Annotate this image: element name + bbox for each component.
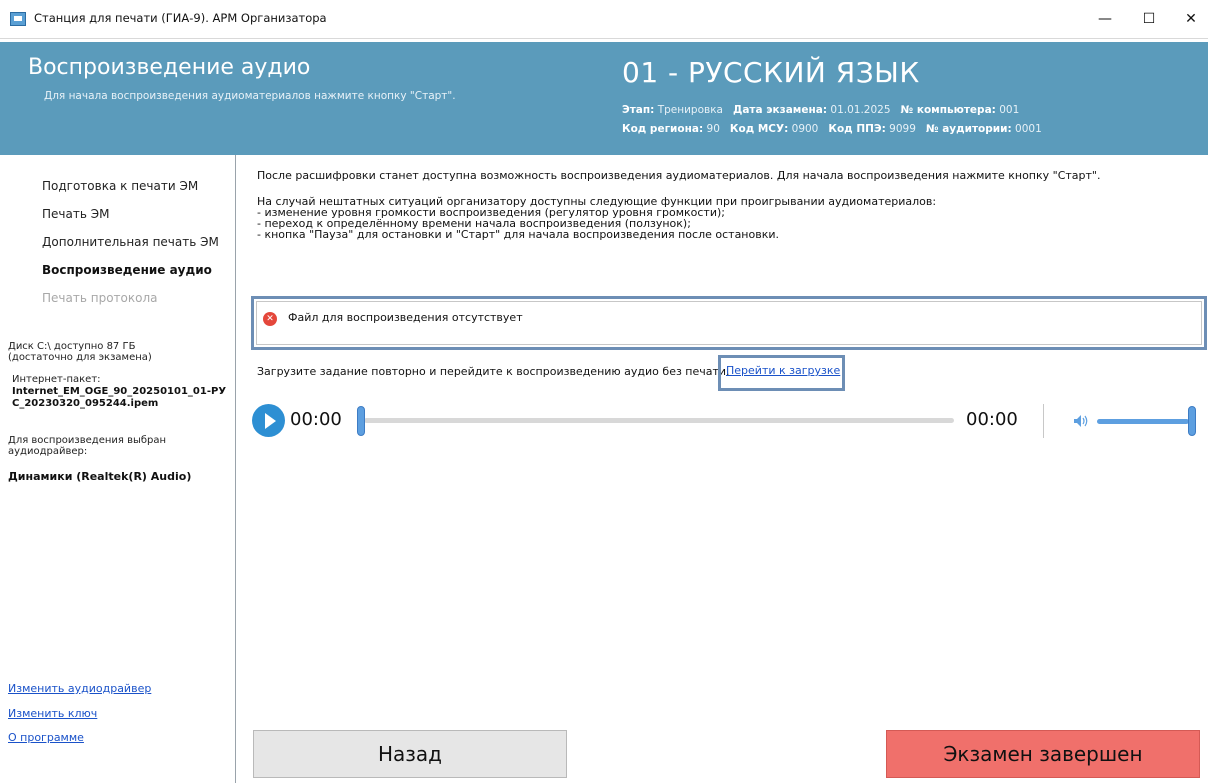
region-value: 90 — [706, 123, 720, 135]
sidebar-item-print-prep[interactable]: Подготовка к печати ЭМ — [42, 179, 198, 193]
room-label: № аудитории: — [925, 123, 1012, 135]
disk-info-line-2: (достаточно для экзамена) — [8, 352, 152, 363]
region-label: Код региона: — [622, 123, 704, 135]
about-link[interactable]: О программе — [8, 731, 84, 744]
back-button[interactable]: Назад — [253, 730, 567, 778]
title-bar: Станция для печати (ГИА-9). АРМ Организа… — [0, 0, 1208, 39]
package-name: Internet_EM_OGE_90_20250101_01-РУС_20230… — [12, 386, 227, 409]
player-divider — [1043, 404, 1044, 438]
total-time: 00:00 — [966, 409, 1018, 430]
msu-value: 0900 — [791, 123, 819, 135]
close-button[interactable]: ✕ — [1180, 8, 1202, 30]
emergency-item: - кнопка "Пауза" для остановки и "Старт"… — [257, 228, 780, 241]
stage-label: Этап: — [622, 104, 655, 116]
page-subtitle: Для начала воспроизведения аудиоматериал… — [44, 90, 456, 102]
ppe-label: Код ППЭ: — [828, 123, 886, 135]
sidebar-item-audio[interactable]: Воспроизведение аудио — [42, 263, 212, 277]
page-title: Воспроизведение аудио — [28, 55, 311, 80]
volume-slider-handle[interactable] — [1188, 406, 1196, 436]
ppe-value: 9099 — [889, 123, 916, 135]
msu-label: Код МСУ: — [729, 123, 789, 135]
exam-date-value: 01.01.2025 — [830, 104, 891, 116]
sidebar-item-extra-print[interactable]: Дополнительная печать ЭМ — [42, 235, 219, 249]
exam-date-label: Дата экзамена: — [733, 104, 828, 116]
exam-info-row-1: Этап: Тренировка Дата экзамена: 01.01.20… — [622, 104, 1019, 116]
intro-text: После расшифровки станет доступна возмож… — [257, 169, 1101, 182]
goto-download-link[interactable]: Перейти к загрузке — [726, 364, 840, 377]
package-label: Интернет-пакет: — [12, 374, 101, 385]
play-icon — [265, 413, 276, 429]
finish-exam-button[interactable]: Экзамен завершен — [886, 730, 1200, 778]
app-icon — [10, 12, 26, 26]
room-value: 0001 — [1015, 123, 1042, 135]
error-message-box: ✕ Файл для воспроизведения отсутствует — [251, 296, 1207, 350]
computer-label: № компьютера: — [900, 104, 996, 116]
minimize-button[interactable]: — — [1094, 8, 1116, 30]
progress-track[interactable] — [364, 418, 954, 423]
maximize-button[interactable]: ☐ — [1138, 8, 1160, 30]
computer-value: 001 — [999, 104, 1020, 116]
sidebar: Подготовка к печати ЭМ Печать ЭМ Дополни… — [0, 155, 236, 783]
progress-slider-handle[interactable] — [357, 406, 365, 436]
page-header: Воспроизведение аудио Для начала воспрои… — [0, 42, 1208, 155]
error-message: Файл для воспроизведения отсутствует — [288, 311, 523, 324]
subject-title: 01 - РУССКИЙ ЯЗЫК — [622, 56, 920, 89]
error-icon: ✕ — [263, 312, 277, 326]
reload-instruction: Загрузите задание повторно и перейдите к… — [257, 365, 730, 378]
sidebar-item-print[interactable]: Печать ЭМ — [42, 207, 109, 221]
driver-name: Динамики (Realtek(R) Audio) — [8, 470, 192, 483]
stage-value: Тренировка — [657, 104, 723, 116]
change-key-link[interactable]: Изменить ключ — [8, 707, 97, 720]
window-title: Станция для печати (ГИА-9). АРМ Организа… — [34, 11, 327, 25]
play-button[interactable] — [252, 404, 285, 437]
volume-icon[interactable] — [1072, 412, 1090, 430]
sidebar-item-protocol: Печать протокола — [42, 291, 158, 305]
exam-info-row-2: Код региона: 90 Код МСУ: 0900 Код ППЭ: 9… — [622, 123, 1042, 135]
change-audio-driver-link[interactable]: Изменить аудиодрайвер — [8, 682, 151, 695]
volume-track[interactable] — [1097, 419, 1189, 424]
driver-info-line-2: аудиодрайвер: — [8, 446, 88, 457]
current-time: 00:00 — [290, 409, 342, 430]
